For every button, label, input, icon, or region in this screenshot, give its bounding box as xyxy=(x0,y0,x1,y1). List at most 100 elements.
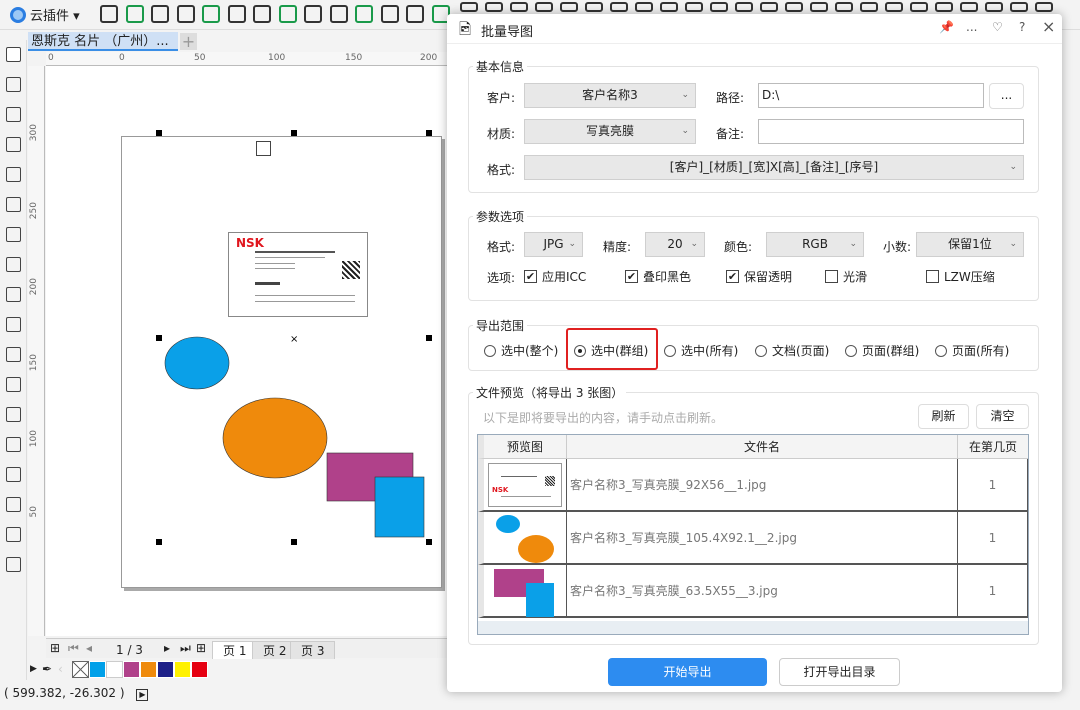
selection-handle[interactable] xyxy=(291,130,297,136)
selection-handle[interactable] xyxy=(156,130,162,136)
horizontal-scrollbar[interactable] xyxy=(478,621,1028,634)
checkbox-unchecked-icon[interactable] xyxy=(825,270,838,283)
toolbar-tool-icon[interactable] xyxy=(510,2,528,12)
radio-icon[interactable] xyxy=(935,344,947,357)
format-select[interactable]: JPG ⌄ xyxy=(524,232,583,257)
open-export-folder-button[interactable]: 打开导出目录 xyxy=(779,658,900,686)
color-swatch[interactable] xyxy=(106,660,123,678)
start-export-button[interactable]: 开始导出 xyxy=(608,658,767,686)
toolbar-tool-icon[interactable] xyxy=(685,2,703,12)
browse-button[interactable]: ... xyxy=(989,83,1024,109)
more-icon[interactable]: ... xyxy=(966,20,977,34)
palette-expand-icon[interactable]: ▶ xyxy=(30,664,42,674)
option-checkbox[interactable]: ✔ 保留透明 xyxy=(726,268,792,285)
toolbar-tool-icon[interactable] xyxy=(835,2,853,12)
status-expand-button[interactable]: ▶ xyxy=(136,689,149,701)
page-tab-3[interactable]: 页 3 xyxy=(290,641,336,659)
toolbar-tool-icon[interactable] xyxy=(735,2,753,12)
pin-icon[interactable]: 📌 xyxy=(939,20,954,34)
toolbar-tool-icon[interactable] xyxy=(460,2,478,12)
toolbar-tool-icon[interactable] xyxy=(960,2,978,12)
toolbar-tool-icon[interactable] xyxy=(760,2,778,12)
checkbox-checked-icon[interactable]: ✔ xyxy=(625,270,638,283)
selection-handle[interactable] xyxy=(426,335,432,341)
toolbar-tool-icon[interactable] xyxy=(585,2,603,12)
close-icon[interactable]: × xyxy=(1042,17,1055,36)
column-header-filename[interactable]: 文件名 xyxy=(567,435,958,459)
toolbar-tool-icon[interactable] xyxy=(660,2,678,12)
name-format-select[interactable]: [客户]_[材质]_[宽]X[高]_[备注]_[序号] ⌄ xyxy=(524,155,1024,180)
toolbar-tool-icon[interactable] xyxy=(935,2,953,12)
radio-icon[interactable] xyxy=(664,344,676,357)
path-input[interactable]: D:\ xyxy=(758,83,984,108)
option-checkbox[interactable]: ✔ 叠印黑色 xyxy=(625,268,691,285)
checkbox-unchecked-icon[interactable] xyxy=(926,270,939,283)
prev-page-button[interactable]: ◂ xyxy=(86,641,92,655)
color-swatch[interactable] xyxy=(140,660,157,678)
toolbar-tool-icon[interactable] xyxy=(535,2,553,12)
option-checkbox[interactable]: LZW压缩 xyxy=(926,268,995,285)
help-icon[interactable]: ? xyxy=(1019,20,1025,34)
color-swatch[interactable] xyxy=(174,660,191,678)
export-range-radio[interactable]: 页面(群组) xyxy=(845,342,919,359)
toolbar-tool-icon[interactable] xyxy=(985,2,1003,12)
column-header-preview[interactable]: 预览图 xyxy=(478,435,567,459)
next-page-button[interactable]: ▸ xyxy=(164,641,170,655)
toolbar-tool-icon[interactable] xyxy=(710,2,728,12)
clear-button[interactable]: 清空 xyxy=(976,404,1029,429)
table-row[interactable]: NSK 客户名称3_写真亮膜_92X56__1.jpg 1 xyxy=(478,459,1028,512)
radio-icon[interactable] xyxy=(755,344,767,357)
color-select[interactable]: RGB ⌄ xyxy=(766,232,864,257)
color-swatch[interactable] xyxy=(157,660,174,678)
radio-icon[interactable] xyxy=(845,344,857,357)
export-range-radio[interactable]: 选中(所有) xyxy=(664,342,738,359)
add-page-icon[interactable]: ⊞ xyxy=(50,641,60,655)
page-tab-1[interactable]: 页 1 xyxy=(212,641,258,659)
table-row[interactable]: 客户名称3_写真亮膜_105.4X92.1__2.jpg 1 xyxy=(478,512,1028,565)
precision-select[interactable]: 20 ⌄ xyxy=(645,232,705,257)
decimal-select[interactable]: 保留1位 ⌄ xyxy=(916,232,1024,257)
selection-handle[interactable] xyxy=(426,130,432,136)
color-swatch[interactable] xyxy=(191,660,208,678)
toolbar-tool-icon[interactable] xyxy=(910,2,928,12)
color-swatch[interactable] xyxy=(89,660,106,678)
column-header-page[interactable]: 在第几页 xyxy=(958,435,1028,459)
refresh-button[interactable]: 刷新 xyxy=(918,404,969,429)
palette-scroll-left[interactable]: ‹ xyxy=(58,662,72,676)
toolbar-tool-icon[interactable] xyxy=(810,2,828,12)
toolbar-tool-icon[interactable] xyxy=(635,2,653,12)
toolbar-tool-icon[interactable] xyxy=(610,2,628,12)
option-checkbox[interactable]: 光滑 xyxy=(825,268,867,285)
toolbar-tool-icon[interactable] xyxy=(885,2,903,12)
toolbar-tool-icon[interactable] xyxy=(860,2,878,12)
selection-handle[interactable] xyxy=(291,539,297,545)
customer-select[interactable]: 客户名称3 ⌄ xyxy=(524,83,696,108)
table-row[interactable]: 客户名称3_写真亮膜_63.5X55__3.jpg 1 xyxy=(478,565,1028,618)
selection-handle[interactable] xyxy=(156,335,162,341)
export-range-radio[interactable]: 选中(整个) xyxy=(484,342,558,359)
export-range-radio[interactable]: 文档(页面) xyxy=(755,342,829,359)
toolbar-tool-icon[interactable] xyxy=(1035,2,1053,12)
path-label: 路径: xyxy=(716,91,745,105)
selection-handle[interactable] xyxy=(156,539,162,545)
toolbar-tool-icon[interactable] xyxy=(785,2,803,12)
radio-icon[interactable] xyxy=(484,344,496,357)
toolbar-tool-icon[interactable] xyxy=(560,2,578,12)
eyedropper-icon[interactable]: ✒ xyxy=(42,662,58,676)
first-page-button[interactable]: ⏮ xyxy=(68,641,79,656)
color-swatch[interactable] xyxy=(123,660,140,678)
toolbar-tool-icon[interactable] xyxy=(485,2,503,12)
option-checkbox[interactable]: ✔ 应用ICC xyxy=(524,268,586,285)
material-select[interactable]: 写真亮膜 ⌄ xyxy=(524,119,696,144)
add-page-after-icon[interactable]: ⊞ xyxy=(196,641,206,655)
last-page-button[interactable]: ⏭ xyxy=(180,641,191,656)
toolbar-tool-icon[interactable] xyxy=(1010,2,1028,12)
note-input[interactable] xyxy=(758,119,1024,144)
checkbox-checked-icon[interactable]: ✔ xyxy=(524,270,537,283)
selection-handle[interactable] xyxy=(426,539,432,545)
checkbox-checked-icon[interactable]: ✔ xyxy=(726,270,739,283)
export-range-radio[interactable]: 页面(所有) xyxy=(935,342,1009,359)
no-color-swatch[interactable] xyxy=(72,660,89,678)
heart-icon[interactable]: ♡ xyxy=(992,20,1003,34)
chevron-down-icon: ⌄ xyxy=(681,90,689,100)
